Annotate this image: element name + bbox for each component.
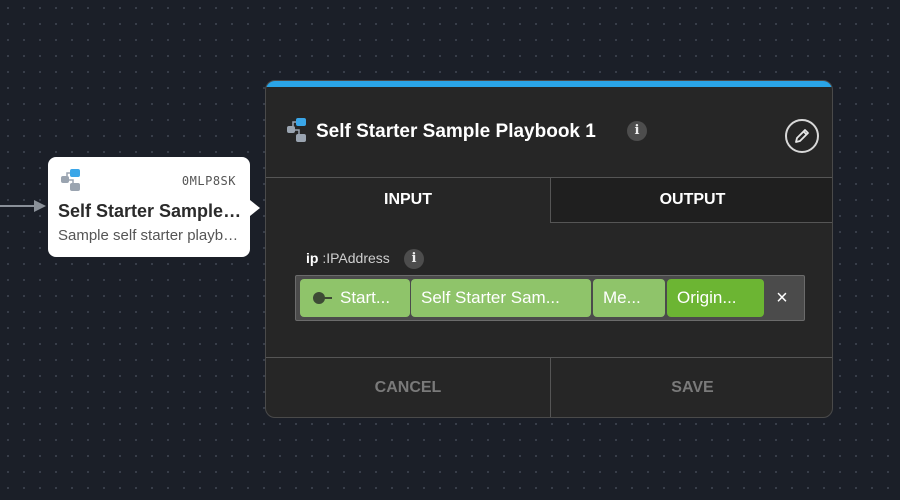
path-chip-label: Start... xyxy=(340,288,391,307)
field-type: :IPAddress xyxy=(322,250,390,266)
node-subtitle: Sample self starter playbook xyxy=(58,227,244,244)
field-label: ip :IPAddress xyxy=(306,250,390,266)
panel-footer: CANCEL SAVE xyxy=(266,357,832,417)
field-info-icon[interactable]: i xyxy=(404,249,424,269)
playbook-icon xyxy=(287,118,306,142)
pencil-icon xyxy=(795,129,809,143)
panel-title: Self Starter Sample Playbook 1 xyxy=(316,121,596,142)
connector-arrow-icon xyxy=(34,200,46,212)
path-chip-playbook[interactable]: Self Starter Sam... xyxy=(411,279,591,317)
node-code: 0MLP8SK xyxy=(181,174,236,188)
field-path-input[interactable]: Start... Self Starter Sam... Me... Origi… xyxy=(295,275,805,321)
tab-output[interactable]: OUTPUT xyxy=(550,178,832,222)
start-line-icon xyxy=(322,297,332,299)
edit-button[interactable] xyxy=(785,119,819,153)
node-title: Self Starter Sample Playbook 1 xyxy=(58,201,244,221)
save-button[interactable]: SAVE xyxy=(550,358,832,417)
field-name: ip xyxy=(306,250,319,266)
playbook-node-card[interactable]: 0MLP8SK Self Starter Sample Playbook 1 S… xyxy=(48,157,250,257)
active-tab-indicator xyxy=(266,222,550,224)
path-chip-message[interactable]: Me... xyxy=(593,279,665,317)
path-chip-origin[interactable]: Origin... xyxy=(667,279,764,317)
tab-bar: INPUT OUTPUT xyxy=(266,177,832,223)
clear-icon[interactable]: × xyxy=(770,286,794,310)
tab-input[interactable]: INPUT xyxy=(266,178,550,222)
node-pointer xyxy=(250,200,260,216)
panel-accent-bar xyxy=(266,81,832,87)
playbook-icon xyxy=(61,169,80,191)
info-icon[interactable]: i xyxy=(627,121,647,141)
path-chip-start[interactable]: Start... xyxy=(300,279,410,317)
cancel-button[interactable]: CANCEL xyxy=(266,358,550,417)
playbook-config-panel: Self Starter Sample Playbook 1 i INPUT O… xyxy=(265,80,833,418)
